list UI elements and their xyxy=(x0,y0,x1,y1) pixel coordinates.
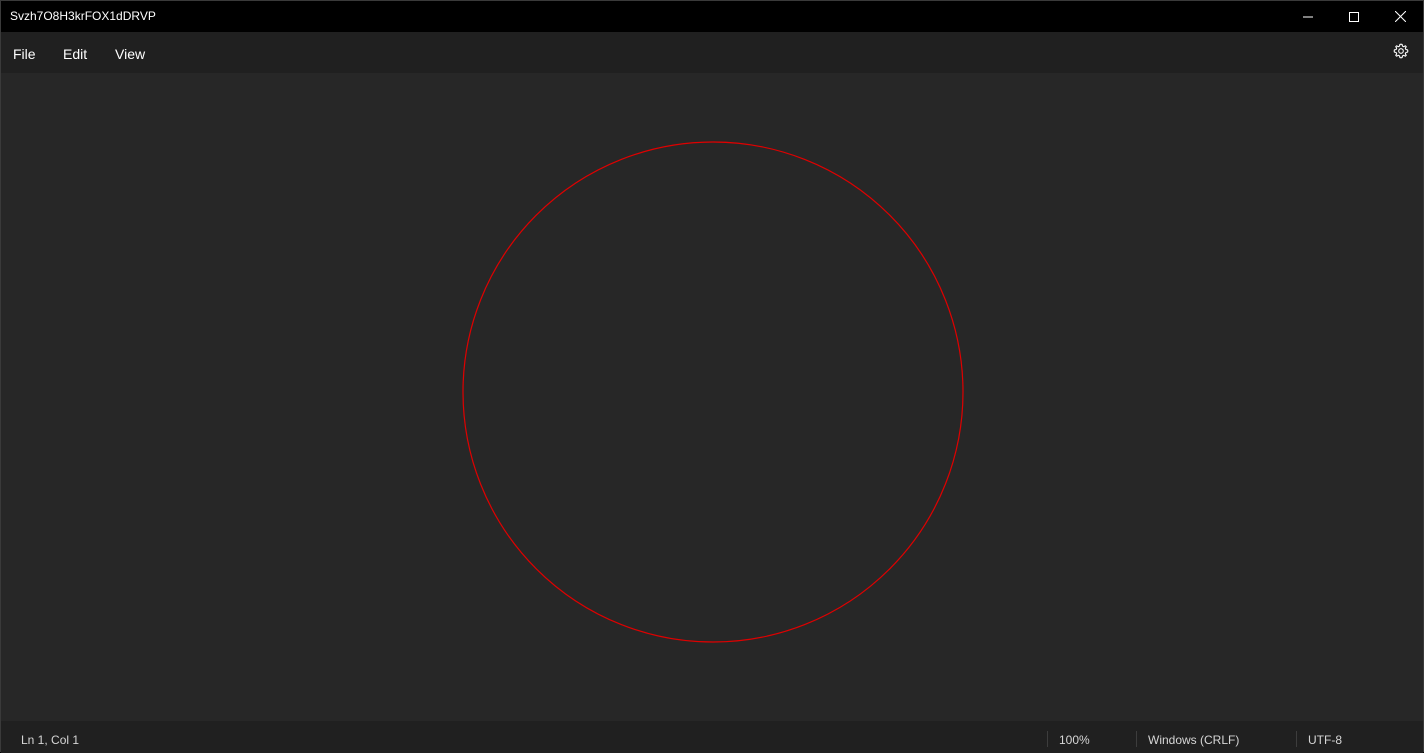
settings-button[interactable] xyxy=(1387,42,1415,64)
encoding[interactable]: UTF-8 xyxy=(1308,733,1342,747)
status-divider xyxy=(1296,731,1297,747)
title-bar[interactable]: Svzh7O8H3krFOX1dDRVP xyxy=(1,1,1423,32)
text-editor-area[interactable] xyxy=(1,73,1423,721)
status-divider xyxy=(1047,731,1048,747)
minimize-icon xyxy=(1303,12,1313,22)
menu-view[interactable]: View xyxy=(115,46,145,62)
line-ending[interactable]: Windows (CRLF) xyxy=(1148,733,1239,747)
close-button[interactable] xyxy=(1377,1,1423,32)
maximize-icon xyxy=(1349,11,1359,22)
red-circle-shape xyxy=(462,141,964,643)
caption-buttons xyxy=(1285,1,1423,32)
window-title: Svzh7O8H3krFOX1dDRVP xyxy=(10,9,156,23)
minimize-button[interactable] xyxy=(1285,1,1331,32)
close-icon xyxy=(1394,11,1406,22)
status-bar: Ln 1, Col 1 100% Windows (CRLF) UTF-8 xyxy=(1,721,1423,753)
drawing-canvas xyxy=(462,141,964,643)
status-divider xyxy=(1136,731,1137,747)
menu-file[interactable]: File xyxy=(13,46,36,62)
maximize-button[interactable] xyxy=(1331,1,1377,32)
menu-edit[interactable]: Edit xyxy=(63,46,87,62)
menu-bar: File Edit View xyxy=(1,32,1423,73)
zoom-level[interactable]: 100% xyxy=(1059,733,1090,747)
cursor-position: Ln 1, Col 1 xyxy=(21,733,80,747)
gear-icon xyxy=(1393,43,1409,64)
notepad-window: Svzh7O8H3krFOX1dDRVP File Edit View Ln 1… xyxy=(0,0,1424,753)
